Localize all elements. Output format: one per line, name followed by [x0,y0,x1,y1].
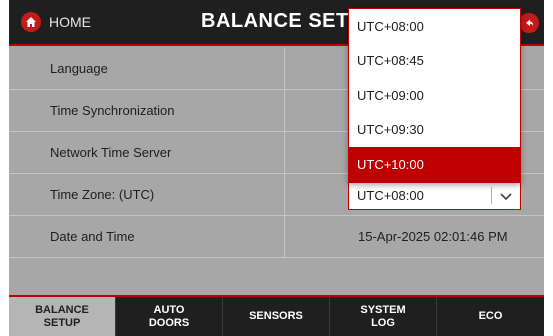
date-time-value: 15-Apr-2025 02:01:46 PM [358,229,508,244]
setting-label: Time Synchronization [50,103,175,118]
tab-auto-doors[interactable]: AUTO DOORS [116,297,223,336]
time-zone-dropdown-list: UTC+08:00 UTC+08:45 UTC+09:00 UTC+09:30 … [348,8,521,183]
setting-label: Time Zone: (UTC) [50,187,155,202]
time-zone-option[interactable]: UTC+08:00 [349,9,520,44]
column-divider [284,132,285,174]
column-divider [284,90,285,132]
chevron-down-icon[interactable] [498,188,514,204]
tab-balance-setup[interactable]: BALANCE SETUP [9,297,116,336]
home-label: HOME [49,14,91,30]
column-divider [284,216,285,258]
tab-system-log[interactable]: SYSTEM LOG [330,297,437,336]
setting-row-date-time[interactable]: Date and Time 15-Apr-2025 02:01:46 PM [9,216,544,258]
time-zone-select[interactable]: UTC+08:00 [348,180,521,210]
select-separator [491,187,492,204]
time-zone-option[interactable]: UTC+09:30 [349,113,520,148]
back-icon[interactable] [519,13,539,33]
setting-label: Language [50,61,108,76]
home-button[interactable]: HOME [21,12,91,32]
column-divider [284,48,285,90]
setting-label: Date and Time [50,229,135,244]
column-divider [284,174,285,216]
setting-label: Network Time Server [50,145,172,160]
time-zone-option[interactable]: UTC+08:45 [349,44,520,79]
time-zone-option-highlighted[interactable]: UTC+10:00 [349,147,520,182]
screen: HOME BALANCE SETUP Language Time Synchro… [9,0,544,336]
tab-sensors[interactable]: SENSORS [223,297,330,336]
home-icon [21,12,41,32]
time-zone-option[interactable]: UTC+09:00 [349,78,520,113]
bottom-tab-bar: BALANCE SETUP AUTO DOORS SENSORS SYSTEM … [9,295,544,336]
tab-eco[interactable]: ECO [437,297,544,336]
time-zone-value: UTC+08:00 [357,188,424,203]
